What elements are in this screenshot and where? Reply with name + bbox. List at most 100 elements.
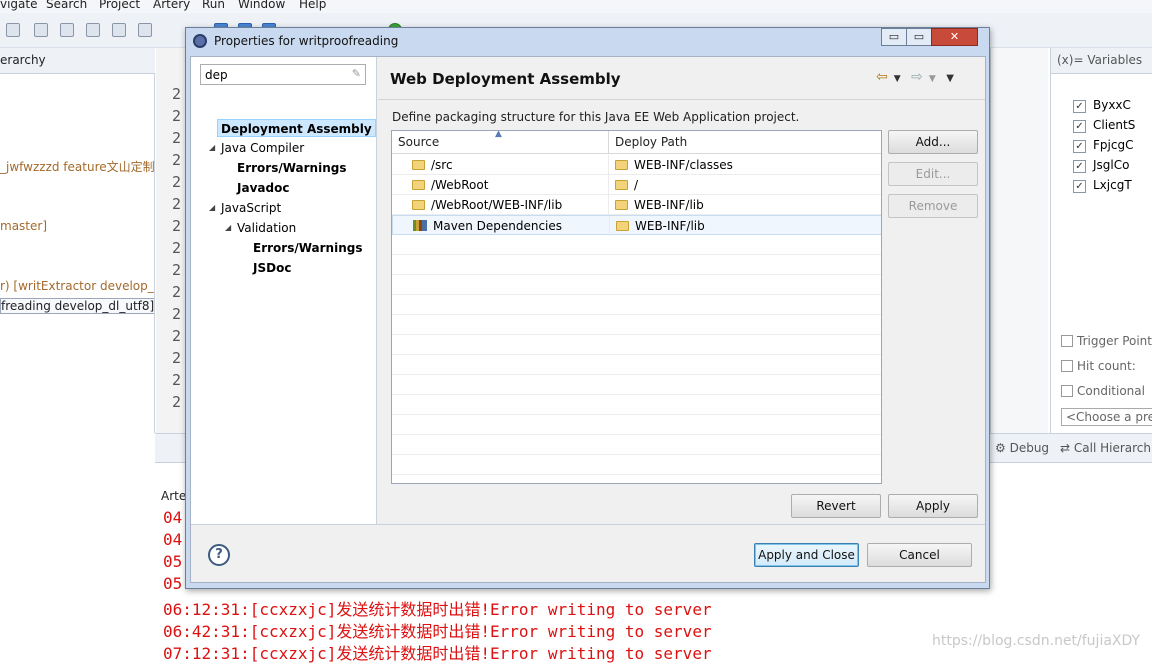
column-header-source[interactable]: ▲ Source xyxy=(392,131,609,154)
expand-arrow-icon[interactable]: ◢ xyxy=(209,139,219,157)
console-line: 06:42:31:[ccxzxjc]发送统计数据时出错!Error writin… xyxy=(163,622,712,641)
folder-icon xyxy=(412,200,425,210)
table-row-empty xyxy=(392,415,881,435)
step-return-icon[interactable] xyxy=(138,23,152,37)
suspend-icon[interactable] xyxy=(34,23,48,37)
debug-tab[interactable]: ⚙ Debug xyxy=(995,441,1049,455)
hierarchy-line[interactable]: master] xyxy=(0,219,47,233)
folder-icon xyxy=(615,160,628,170)
choose-combo[interactable]: <Choose a pre xyxy=(1061,408,1152,426)
tree-item-java-compiler[interactable]: ◢ Java Compiler xyxy=(209,139,304,157)
filter-field[interactable]: ✎ xyxy=(200,64,366,85)
checkbox-checked-icon[interactable]: ✓ xyxy=(1073,140,1086,153)
resume-icon[interactable] xyxy=(6,23,20,37)
edit-button[interactable]: Edit... xyxy=(888,162,978,186)
checkbox-checked-icon[interactable]: ✓ xyxy=(1073,180,1086,193)
hierarchy-line[interactable]: _jwfwzzzd feature文山定制 xyxy=(0,158,154,175)
restore-button[interactable]: ▭ xyxy=(906,28,932,46)
terminate-icon[interactable] xyxy=(60,23,74,37)
menu-search[interactable]: Search xyxy=(46,0,87,11)
apply-button[interactable]: Apply xyxy=(888,494,978,518)
table-row[interactable]: /WebRoot/WEB-INF/lib WEB-INF/lib xyxy=(392,195,881,215)
table-row-selected[interactable]: Maven Dependencies WEB-INF/lib xyxy=(392,215,881,236)
editor-gutter xyxy=(156,48,186,433)
menu-run[interactable]: Run xyxy=(202,0,225,11)
line-number: 2 xyxy=(172,261,182,279)
table-row[interactable]: /src WEB-INF/classes xyxy=(392,155,881,175)
back-dropdown-icon[interactable]: ▼ xyxy=(894,74,901,84)
console-line: 04 xyxy=(163,508,183,527)
table-row-empty xyxy=(392,355,881,375)
view-menu-icon[interactable]: ▼ xyxy=(946,73,954,84)
tree-item-js-errors-warnings[interactable]: Errors/Warnings xyxy=(253,239,362,257)
type-hierarchy-panel: _jwfwzzzd feature文山定制 master] r) [writEx… xyxy=(0,48,155,433)
checkbox-icon[interactable] xyxy=(1061,360,1073,372)
menu-bar: vigate Search Project Artery Run Window … xyxy=(0,0,1152,13)
forward-arrow-icon[interactable]: ⇨ xyxy=(911,69,923,85)
menu-window[interactable]: Window xyxy=(238,0,285,11)
checkbox-checked-icon[interactable]: ✓ xyxy=(1073,160,1086,173)
table-row-empty xyxy=(392,335,881,355)
dialog-title: Properties for writproofreading xyxy=(214,34,399,48)
property-page: Web Deployment Assembly ⇦ ▼ ⇨ ▼ ▼ Define p… xyxy=(378,57,985,524)
trigger-point-option[interactable]: Trigger Point xyxy=(1061,334,1152,348)
console-line: 05 xyxy=(163,574,183,593)
tree-item-jsdoc[interactable]: JSDoc xyxy=(253,259,291,277)
watermark: https://blog.csdn.net/fujiaXDY xyxy=(932,633,1141,649)
sort-ascending-icon: ▲ xyxy=(495,130,502,139)
page-navigation: ⇦ ▼ ⇨ ▼ ▼ xyxy=(876,69,960,85)
minimize-button[interactable]: ▭ xyxy=(881,28,907,46)
menu-artery[interactable]: Artery xyxy=(153,0,190,11)
close-button[interactable]: ✕ xyxy=(931,28,978,46)
apply-and-close-button[interactable]: Apply and Close xyxy=(754,543,859,567)
variables-tab[interactable]: (x)= Variables xyxy=(1051,48,1152,74)
menu-project[interactable]: Project xyxy=(99,0,140,11)
title-separator xyxy=(378,99,985,100)
line-number: 2 xyxy=(172,173,182,191)
remove-button[interactable]: Remove xyxy=(888,194,978,218)
hierarchy-line-selected[interactable]: freading develop_dl_utf8] xyxy=(0,298,154,314)
add-button[interactable]: Add... xyxy=(888,130,978,154)
tree-item-javascript[interactable]: ◢ JavaScript xyxy=(209,199,281,217)
clear-filter-icon[interactable]: ✎ xyxy=(352,67,361,80)
cancel-button[interactable]: Cancel xyxy=(867,543,972,567)
step-over-icon[interactable] xyxy=(112,23,126,37)
line-number: 2 xyxy=(172,239,182,257)
menu-navigate[interactable]: vigate xyxy=(0,0,38,11)
tree-item-validation[interactable]: ◢ Validation xyxy=(225,219,296,237)
console-header: Arte xyxy=(161,489,187,503)
checkbox-icon[interactable] xyxy=(1061,385,1073,397)
step-into-icon[interactable] xyxy=(86,23,100,37)
tree-item-errors-warnings[interactable]: Errors/Warnings xyxy=(237,159,346,177)
folder-icon xyxy=(615,180,628,190)
expand-arrow-icon[interactable]: ◢ xyxy=(209,199,219,217)
checkbox-checked-icon[interactable]: ✓ xyxy=(1073,120,1086,133)
table-row-empty xyxy=(392,275,881,295)
back-arrow-icon[interactable]: ⇦ xyxy=(876,69,888,85)
line-number: 2 xyxy=(172,85,182,103)
forward-dropdown-icon[interactable]: ▼ xyxy=(929,74,936,84)
menu-help[interactable]: Help xyxy=(299,0,326,11)
line-number: 2 xyxy=(172,393,182,411)
line-number: 2 xyxy=(172,371,182,389)
help-icon[interactable]: ? xyxy=(208,544,230,566)
table-row-empty xyxy=(392,235,881,255)
tree-item-deployment-assembly[interactable]: Deployment Assembly xyxy=(217,119,376,137)
line-number: 2 xyxy=(172,151,182,169)
expand-arrow-icon[interactable]: ◢ xyxy=(225,219,235,237)
column-header-deploy-path[interactable]: Deploy Path xyxy=(609,131,881,154)
checkbox-checked-icon[interactable]: ✓ xyxy=(1073,100,1086,113)
revert-button[interactable]: Revert xyxy=(791,494,881,518)
hierarchy-line[interactable]: r) [writExtractor develop_d xyxy=(0,279,154,293)
editor-scrollbar-area[interactable] xyxy=(990,48,1048,433)
checkbox-icon[interactable] xyxy=(1061,335,1073,347)
tree-item-javadoc[interactable]: Javadoc xyxy=(237,179,289,197)
call-hierarchy-tab[interactable]: ⇄ Call Hierarch xyxy=(1060,441,1151,455)
hit-count-option[interactable]: Hit count: xyxy=(1061,359,1136,373)
conditional-option[interactable]: Conditional xyxy=(1061,384,1145,398)
console-line: 05 xyxy=(163,552,183,571)
filter-input[interactable] xyxy=(201,65,341,84)
table-row-empty xyxy=(392,435,881,455)
table-row[interactable]: /WebRoot / xyxy=(392,175,881,195)
console-line: 06:12:31:[ccxzxjc]发送统计数据时出错!Error writin… xyxy=(163,600,712,619)
